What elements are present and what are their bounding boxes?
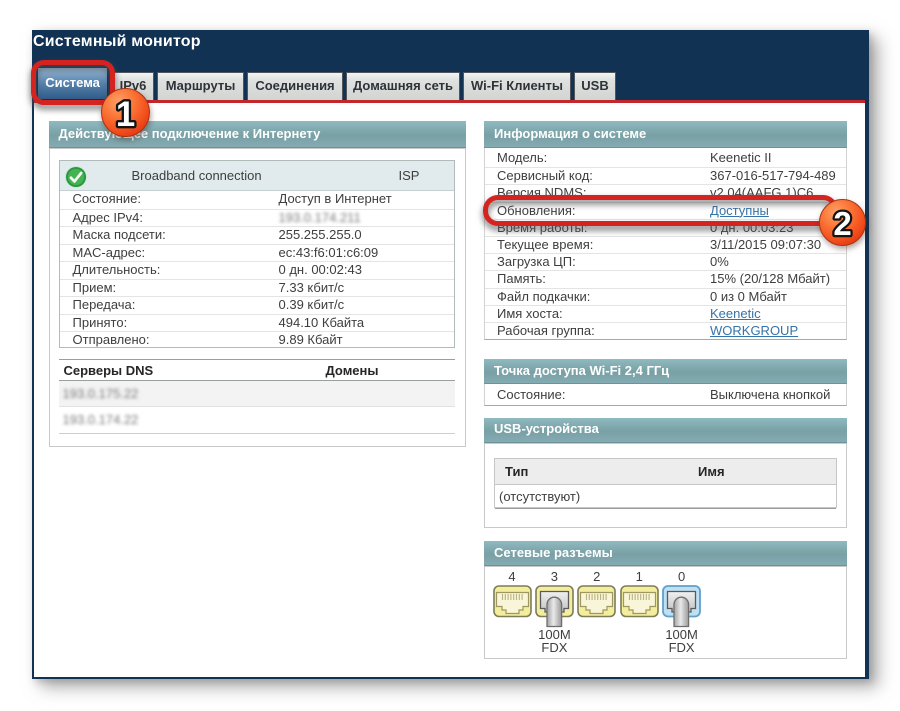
svg-text:2: 2	[833, 205, 851, 242]
svg-text:1: 1	[115, 96, 134, 134]
